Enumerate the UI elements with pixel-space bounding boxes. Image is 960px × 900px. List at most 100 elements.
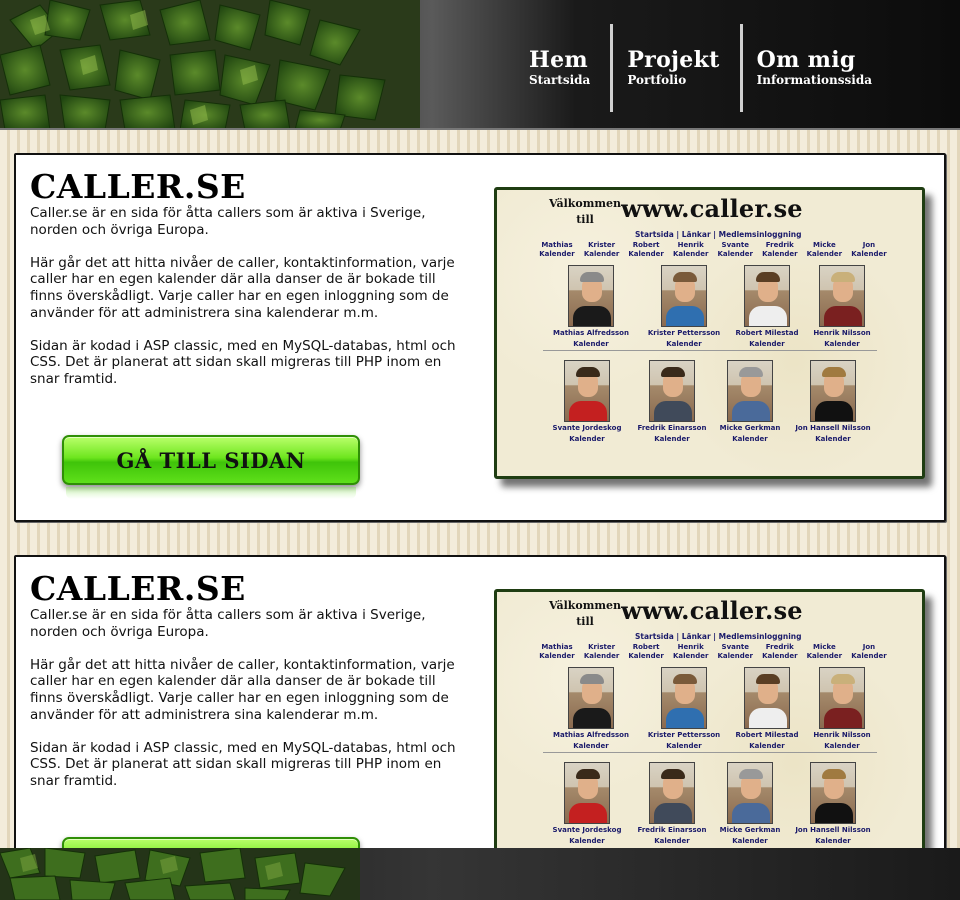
nav-item-hem[interactable]: Hem Startsida bbox=[515, 0, 610, 112]
shirt bbox=[824, 306, 862, 326]
thumb-name-link: Micke Kalender bbox=[806, 241, 843, 258]
person-photo bbox=[661, 667, 707, 729]
person-name: Henrik Nilsson bbox=[813, 731, 871, 739]
person-photo bbox=[727, 360, 773, 422]
project-title: CALLER.SE bbox=[30, 167, 246, 206]
thumb-name-link: Henrik Kalender bbox=[672, 643, 709, 660]
thumb-name-link: Mathias Kalender bbox=[539, 241, 575, 258]
thumb-person: Micke Gerkman Kalender bbox=[704, 360, 796, 443]
person-photo bbox=[564, 762, 610, 824]
person-photo bbox=[744, 667, 790, 729]
description-paragraph: Caller.se är en sida för åtta callers so… bbox=[30, 205, 426, 238]
nav-title: Projekt bbox=[627, 47, 720, 73]
person-name: Micke Gerkman bbox=[719, 424, 781, 432]
thumb-name-link: Krister Kalender bbox=[583, 241, 620, 258]
person-calendar: Kalender bbox=[666, 339, 702, 348]
go-to-site-button[interactable]: GÅ TILL SIDAN bbox=[62, 435, 360, 485]
shirt bbox=[815, 803, 853, 823]
person-calendar: Kalender bbox=[824, 339, 860, 348]
shirt bbox=[573, 306, 611, 326]
person-name: Micke Gerkman bbox=[719, 826, 781, 834]
person-photo bbox=[727, 762, 773, 824]
nav-title: Om mig bbox=[756, 47, 856, 73]
description-paragraph: Här går det att hitta nivåer de caller, … bbox=[30, 254, 455, 321]
thumb-people-row: Mathias Alfredsson Kalender Krister Pett… bbox=[497, 667, 922, 757]
person-name: Jon Hansell Nilsson bbox=[795, 424, 871, 432]
shirt bbox=[569, 401, 607, 421]
shirt bbox=[732, 803, 770, 823]
shirt bbox=[666, 306, 704, 326]
description-paragraph: Sidan är kodad i ASP classic, med en MyS… bbox=[30, 337, 456, 387]
person-calendar: Kalender bbox=[732, 434, 768, 443]
person-photo bbox=[649, 360, 695, 422]
hair bbox=[739, 367, 763, 377]
thumb-name-link: Jon Kalender bbox=[851, 643, 887, 660]
thumb-name-links: Mathias Kalender Krister Kalender Robert… bbox=[537, 643, 889, 661]
nav-item-projekt[interactable]: Projekt Portfolio bbox=[613, 0, 739, 112]
thumb-person: Henrik Nilsson Kalender bbox=[796, 265, 888, 348]
thumb-name-link: Fredrik Kalender bbox=[762, 643, 798, 660]
thumb-name-link: Robert Kalender bbox=[628, 643, 664, 660]
person-name: Krister Pettersson bbox=[647, 329, 721, 337]
hair bbox=[831, 674, 855, 684]
person-calendar: Kalender bbox=[573, 741, 609, 750]
thumb-person: Jon Hansell Nilsson Kalender bbox=[787, 762, 879, 845]
thumb-name-link: Krister Kalender bbox=[583, 643, 620, 660]
leaves-decoration bbox=[0, 848, 360, 900]
person-calendar: Kalender bbox=[815, 434, 851, 443]
thumb-name-link: Mathias Kalender bbox=[539, 643, 575, 660]
person-photo bbox=[810, 360, 856, 422]
shirt bbox=[749, 306, 787, 326]
thumb-name-link: Fredrik Kalender bbox=[762, 241, 798, 258]
thumb-welcome-text: Välkommen till bbox=[548, 197, 622, 226]
person-name: Henrik Nilsson bbox=[813, 329, 871, 337]
description-paragraph: Här går det att hitta nivåer de caller, … bbox=[30, 656, 455, 723]
thumb-people-row: Mathias Alfredsson Kalender Krister Pett… bbox=[497, 265, 922, 355]
person-name: Mathias Alfredsson bbox=[553, 731, 629, 739]
description-paragraph: Sidan är kodad i ASP classic, med en MyS… bbox=[30, 739, 456, 789]
site-screenshot[interactable]: Välkommen till www.caller.se Startsida |… bbox=[494, 589, 925, 881]
person-calendar: Kalender bbox=[815, 836, 851, 845]
person-name: Svante Jordeskog bbox=[552, 424, 622, 432]
person-calendar: Kalender bbox=[666, 741, 702, 750]
site-footer bbox=[0, 848, 960, 900]
nav-title: Hem bbox=[529, 47, 588, 73]
person-calendar: Kalender bbox=[569, 836, 605, 845]
thumb-name-link: Jon Kalender bbox=[851, 241, 887, 258]
person-photo bbox=[661, 265, 707, 327]
nav-item-om-mig[interactable]: Om mig Informationssida bbox=[743, 0, 960, 112]
thumb-divider bbox=[543, 752, 877, 753]
person-calendar: Kalender bbox=[573, 339, 609, 348]
hair bbox=[580, 272, 604, 282]
hair bbox=[831, 272, 855, 282]
person-photo bbox=[819, 667, 865, 729]
hair bbox=[739, 769, 763, 779]
site-screenshot[interactable]: Välkommen till www.caller.se Startsida |… bbox=[494, 187, 925, 479]
nav-subtitle: Startsida bbox=[529, 73, 591, 87]
hair bbox=[576, 367, 600, 377]
hair bbox=[673, 674, 697, 684]
project-card: CALLER.SE Caller.se är en sida för åtta … bbox=[14, 153, 946, 522]
shirt bbox=[666, 708, 704, 728]
shirt bbox=[573, 708, 611, 728]
person-calendar: Kalender bbox=[732, 836, 768, 845]
person-photo bbox=[568, 667, 614, 729]
thumb-site-url: www.caller.se bbox=[621, 596, 803, 625]
thumb-site-url: www.caller.se bbox=[621, 194, 803, 223]
thumb-people-row: Svante Jordeskog Kalender Fredrik Einars… bbox=[497, 762, 922, 852]
main-nav: Hem Startsida Projekt Portfolio Om mig I… bbox=[515, 0, 960, 128]
shirt bbox=[815, 401, 853, 421]
person-name: Jon Hansell Nilsson bbox=[795, 826, 871, 834]
thumb-name-link: Svante Kalender bbox=[717, 241, 754, 258]
thumb-name-link: Micke Kalender bbox=[806, 643, 843, 660]
shirt bbox=[732, 401, 770, 421]
thumb-person: Mathias Alfredsson Kalender bbox=[545, 265, 637, 348]
person-name: Svante Jordeskog bbox=[552, 826, 622, 834]
thumb-top-links: Startsida | Länkar | Medlemsinloggning bbox=[635, 230, 802, 239]
person-photo bbox=[564, 360, 610, 422]
thumb-person: Svante Jordeskog Kalender bbox=[541, 762, 633, 845]
hair bbox=[576, 769, 600, 779]
hair bbox=[580, 674, 604, 684]
thumb-divider bbox=[543, 350, 877, 351]
hair bbox=[756, 272, 780, 282]
